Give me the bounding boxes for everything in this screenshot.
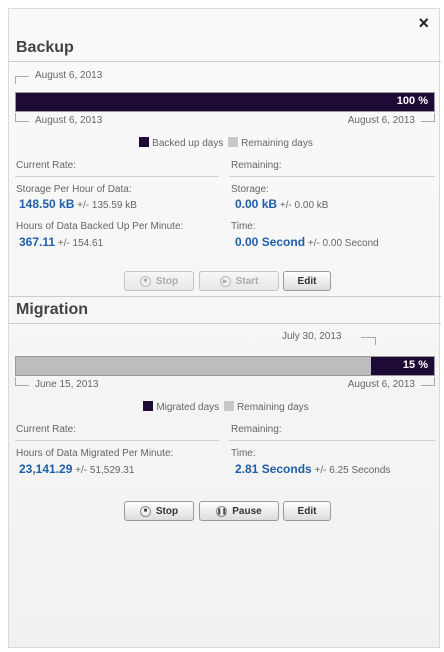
time-label: Time: <box>231 448 256 459</box>
time-number: 2.81 Seconds <box>235 462 312 476</box>
storage-number: 0.00 kB <box>235 197 278 211</box>
time-err: +/- 0.00 Second <box>307 238 379 249</box>
pause-label: Pause <box>232 505 262 517</box>
divider <box>9 61 441 62</box>
migration-percent: 15 % <box>402 359 428 371</box>
divider <box>15 440 219 441</box>
top-date-tick <box>375 337 376 345</box>
legend-swatch-done <box>143 401 154 411</box>
legend-done-label: Backed up days <box>152 138 224 149</box>
edit-label: Edit <box>297 505 317 517</box>
hours-per-minute-value: 367.11 +/- 154.61 <box>19 235 103 249</box>
backup-start-date: August 6, 2013 <box>35 115 103 126</box>
legend-swatch-remaining <box>223 401 234 411</box>
stop-icon: ■ <box>139 275 151 287</box>
migration-pause-button[interactable]: ❚❚ Pause <box>199 501 279 521</box>
legend-remaining-label: Remaining days <box>241 138 313 149</box>
start-date-tick <box>15 121 29 122</box>
migration-edit-button[interactable]: Edit <box>283 501 331 521</box>
time-label: Time: <box>231 221 256 232</box>
storage-per-hour-err: +/- 135.59 kB <box>77 200 137 211</box>
end-date-tick <box>434 113 435 121</box>
start-label: Start <box>235 275 259 287</box>
divider <box>229 440 435 441</box>
backup-progress-bar: 100 % <box>15 92 435 112</box>
storage-per-hour-label: Storage Per Hour of Data: <box>16 184 132 195</box>
hours-per-minute-number: 23,141.29 <box>19 462 73 476</box>
play-icon: ▶ <box>219 275 231 287</box>
top-date-tick <box>361 337 375 338</box>
pause-icon: ❚❚ <box>216 505 228 517</box>
migration-stop-button[interactable]: ■ Stop <box>124 501 194 521</box>
legend-swatch-done <box>139 137 150 147</box>
time-value: 2.81 Seconds +/- 6.25 Seconds <box>235 462 390 476</box>
migration-title: Migration <box>16 301 88 318</box>
storage-per-hour-value: 148.50 kB +/- 135.59 kB <box>19 197 137 211</box>
divider <box>229 176 435 177</box>
migration-start-date: June 15, 2013 <box>35 379 99 390</box>
time-err: +/- 6.25 Seconds <box>314 465 391 476</box>
remaining-label: Remaining: <box>231 424 282 435</box>
hours-per-minute-label: Hours of Data Backed Up Per Minute: <box>16 221 184 232</box>
storage-per-hour-number: 148.50 kB <box>19 197 75 211</box>
stop-icon: ■ <box>139 505 151 517</box>
backup-legend: Backed up days Remaining days <box>9 137 441 149</box>
end-date-tick <box>421 385 435 386</box>
legend-done-label: Migrated days <box>156 402 220 413</box>
backup-top-date: August 6, 2013 <box>35 70 103 81</box>
backup-end-date: August 6, 2013 <box>347 115 415 126</box>
start-date-tick <box>15 113 16 121</box>
backup-title: Backup <box>16 39 74 56</box>
storage-value: 0.00 kB +/- 0.00 kB <box>235 197 328 211</box>
migration-end-date: August 6, 2013 <box>347 379 415 390</box>
close-icon[interactable]: × <box>418 13 429 34</box>
legend-remaining-label: Remaining days <box>236 402 309 413</box>
hours-per-minute-err: +/- 154.61 <box>57 238 104 249</box>
time-value: 0.00 Second +/- 0.00 Second <box>235 235 379 249</box>
progress-panel: × Backup August 6, 2013 100 % August 6, … <box>8 8 441 648</box>
divider <box>15 176 219 177</box>
hours-per-minute-number: 367.11 <box>19 235 56 249</box>
edit-label: Edit <box>297 275 317 287</box>
top-date-tick <box>15 76 16 84</box>
end-date-tick <box>434 377 435 385</box>
backup-progress-fill <box>16 93 434 111</box>
current-rate-label: Current Rate: <box>16 424 77 435</box>
hours-per-minute-err: +/- 51,529.31 <box>75 465 135 476</box>
start-date-tick <box>15 385 29 386</box>
migration-progress-bar: 15 % <box>15 356 435 376</box>
stop-label: Stop <box>155 275 179 287</box>
migration-top-date: July 30, 2013 <box>282 331 342 342</box>
start-date-tick <box>15 377 16 385</box>
backup-percent: 100 % <box>396 95 428 107</box>
divider <box>9 296 441 297</box>
top-date-tick <box>15 76 29 77</box>
backup-stop-button[interactable]: ■ Stop <box>124 271 194 291</box>
stop-label: Stop <box>155 505 179 517</box>
hours-per-minute-label: Hours of Data Migrated Per Minute: <box>16 448 174 459</box>
legend-swatch-remaining <box>228 137 239 147</box>
current-rate-label: Current Rate: <box>16 160 77 171</box>
storage-label: Storage: <box>231 184 269 195</box>
migration-legend: Migrated days Remaining days <box>9 401 441 413</box>
storage-err: +/- 0.00 kB <box>279 200 329 211</box>
remaining-label: Remaining: <box>231 160 282 171</box>
backup-edit-button[interactable]: Edit <box>283 271 331 291</box>
end-date-tick <box>421 121 435 122</box>
time-number: 0.00 Second <box>235 235 306 249</box>
divider <box>9 323 441 324</box>
backup-start-button[interactable]: ▶ Start <box>199 271 279 291</box>
hours-per-minute-value: 23,141.29 +/- 51,529.31 <box>19 462 134 476</box>
